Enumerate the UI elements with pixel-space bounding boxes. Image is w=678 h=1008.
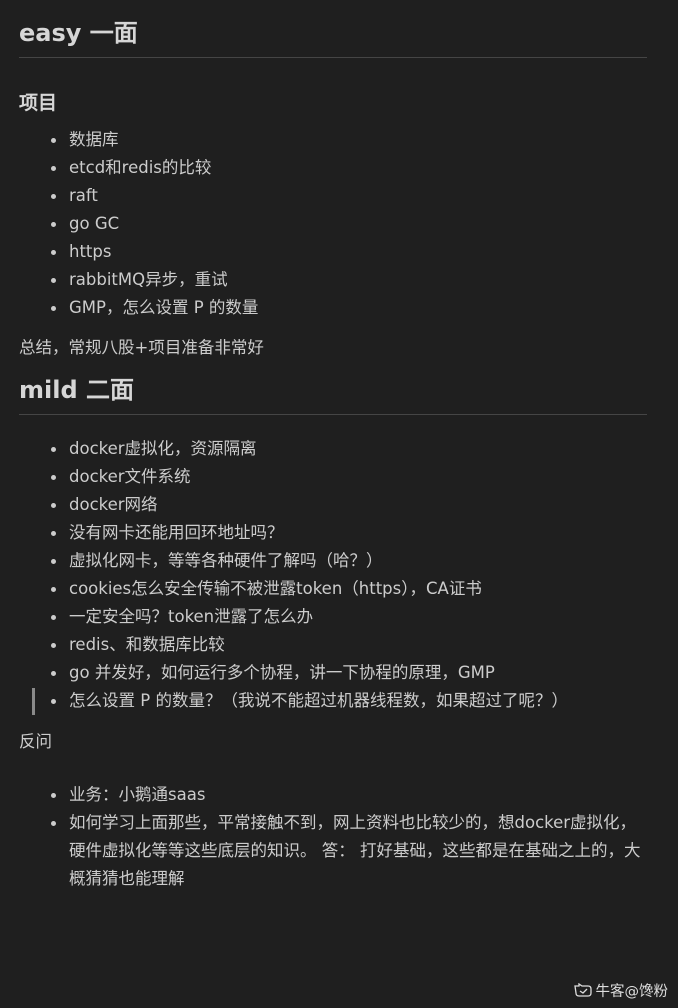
list-item: 如何学习上面那些，平常接触不到，网上资料也比较少的，想docker虚拟化，硬件虚…: [51, 809, 643, 893]
list-item: docker虚拟化，资源隔离: [51, 435, 647, 463]
watermark: 牛客@馋粉: [573, 980, 669, 1001]
heading-projects: 项目: [19, 92, 58, 114]
list-item: 业务：小鹅通saas: [51, 781, 643, 809]
list-item: redis、和数据库比较: [51, 631, 647, 659]
nowcoder-logo-icon: [573, 982, 593, 999]
list-item: go GC: [51, 210, 647, 238]
reverse-questions-label: 反问: [19, 732, 52, 751]
watermark-text: 牛客@馋粉: [595, 984, 669, 1000]
list-item: docker文件系统: [51, 463, 647, 491]
list-item: rabbitMQ异步，重试: [51, 266, 647, 294]
list-item: 数据库: [51, 126, 647, 154]
list-item: go 并发好，如何运行多个协程，讲一下协程的原理，GMP: [51, 659, 647, 687]
list-mild-questions: docker虚拟化，资源隔离 docker文件系统 docker网络 没有网卡还…: [19, 435, 647, 715]
list-item: 没有网卡还能用回环地址吗？: [51, 519, 647, 547]
summary-paragraph: 总结，常规八股+项目准备非常好: [19, 338, 264, 357]
list-item: etcd和redis的比较: [51, 154, 647, 182]
list-item-quoted: 怎么设置 P 的数量？（我说不能超过机器线程数，如果超过了呢？）: [32, 687, 647, 715]
list-item: 虚拟化网卡，等等各种硬件了解吗（哈？）: [51, 547, 647, 575]
heading-mild-interview: mild 二面: [19, 374, 647, 415]
list-item: cookies怎么安全传输不被泄露token（https），CA证书: [51, 575, 647, 603]
list-item: docker网络: [51, 491, 647, 519]
list-reverse-questions: 业务：小鹅通saas 如何学习上面那些，平常接触不到，网上资料也比较少的，想do…: [19, 781, 647, 893]
list-item: 一定安全吗？token泄露了怎么办: [51, 603, 647, 631]
list-item: raft: [51, 182, 647, 210]
list-item: https: [51, 238, 647, 266]
document: easy 一面 项目 数据库 etcd和redis的比较 raft go GC …: [19, 0, 647, 893]
list-item: GMP，怎么设置 P 的数量: [51, 294, 647, 322]
list-easy-questions: 数据库 etcd和redis的比较 raft go GC https rabbi…: [19, 126, 647, 322]
heading-easy-interview: easy 一面: [19, 17, 647, 58]
